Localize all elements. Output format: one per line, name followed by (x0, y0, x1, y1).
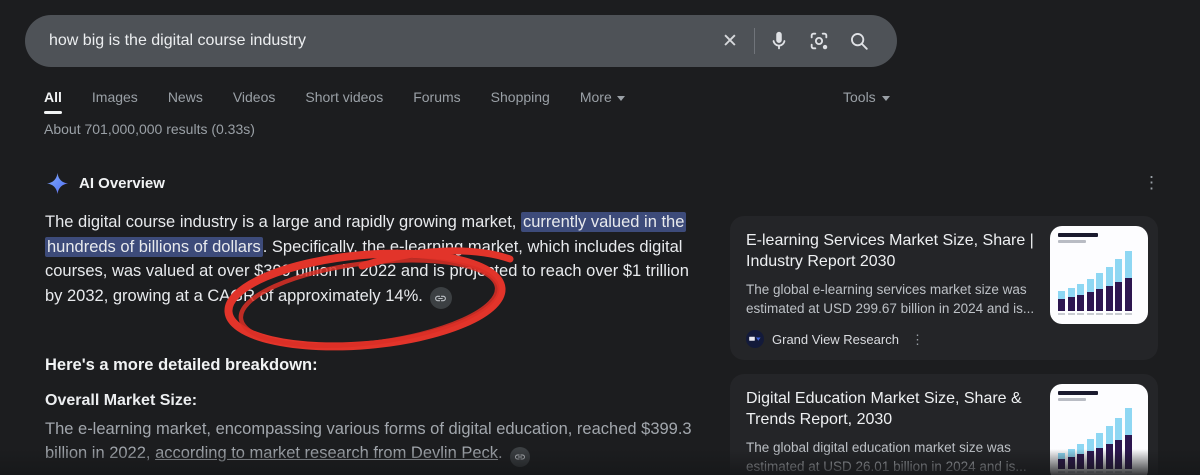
bar-chart-thumbnail (1058, 407, 1141, 469)
close-icon: ✕ (722, 30, 738, 52)
lens-icon (810, 32, 828, 50)
microphone-icon (772, 31, 786, 50)
source-name: Grand View Research (772, 331, 899, 347)
card-title[interactable]: Digital Education Market Size, Share & T… (746, 388, 1041, 430)
chevron-down-icon (616, 95, 625, 101)
overflow-menu-button[interactable]: ⋮ (1143, 174, 1160, 192)
citation-link-button[interactable] (429, 287, 452, 309)
detail-paragraph: The e-learning market, encompassing vari… (45, 417, 705, 467)
thumbnail-axis-labels (1058, 312, 1141, 315)
thumbnail-axis-labels (1058, 470, 1141, 473)
card-description: The global e-learning services market si… (746, 282, 1035, 316)
ai-overview-body: The digital course industry is a large a… (45, 210, 705, 309)
card-description: The global digital education market size… (746, 440, 1027, 474)
ai-overview-header: AI Overview (47, 173, 165, 194)
thumbnail-subtitle-line (1058, 240, 1086, 243)
active-tab-underline (44, 111, 62, 114)
ai-overview-label: AI Overview (79, 175, 165, 192)
tab-shopping[interactable]: Shopping (491, 84, 550, 105)
tab-videos[interactable]: Videos (233, 84, 276, 105)
search-icon (851, 33, 868, 50)
source-text-link[interactable]: according to market research from Devlin… (155, 444, 498, 462)
link-icon (514, 454, 525, 460)
card-source-row: Grand View Research ⋮ (746, 330, 1144, 348)
tab-images[interactable]: Images (92, 84, 138, 105)
clear-search-button[interactable]: ✕ (710, 21, 750, 61)
source-cards: E-learning Services Market Size, Share |… (730, 216, 1158, 475)
citation-link-button[interactable] (509, 447, 530, 467)
thumbnail-title-line (1058, 391, 1098, 395)
search-bar[interactable]: how big is the digital course industry ✕ (25, 15, 897, 67)
ai-sparkle-icon (47, 173, 68, 194)
thumbnail-title-line (1058, 233, 1098, 237)
overall-market-size-heading: Overall Market Size: (45, 392, 198, 409)
card-thumbnail[interactable] (1050, 384, 1148, 475)
source-card[interactable]: E-learning Services Market Size, Share |… (730, 216, 1158, 360)
tab-forums[interactable]: Forums (413, 84, 460, 105)
card-title[interactable]: E-learning Services Market Size, Share |… (746, 230, 1041, 272)
search-divider (754, 28, 755, 54)
card-menu-button[interactable]: ⋮ (911, 333, 924, 346)
grand-view-research-favicon (746, 330, 764, 348)
bar-chart-thumbnail (1058, 249, 1141, 311)
tab-more[interactable]: More (580, 84, 625, 105)
tab-short-videos[interactable]: Short videos (305, 84, 383, 105)
thumbnail-subtitle-line (1058, 398, 1086, 401)
result-stats: About 701,000,000 results (0.33s) (44, 121, 255, 137)
search-input[interactable]: how big is the digital course industry (25, 32, 710, 50)
tools-button[interactable]: Tools (843, 89, 890, 105)
breakdown-heading: Here's a more detailed breakdown: (45, 356, 318, 374)
tab-news[interactable]: News (168, 84, 203, 105)
voice-search-button[interactable] (759, 21, 799, 61)
tab-all[interactable]: All (44, 84, 62, 114)
ai-overview-paragraph: The digital course industry is a large a… (45, 210, 705, 309)
results-nav: All Images News Videos Short videos Foru… (44, 84, 1200, 118)
source-card[interactable]: Digital Education Market Size, Share & T… (730, 374, 1158, 475)
link-icon (435, 295, 447, 301)
lens-search-button[interactable] (799, 21, 839, 61)
chevron-down-icon (881, 95, 890, 101)
card-thumbnail[interactable] (1050, 226, 1148, 324)
search-submit-button[interactable] (839, 21, 879, 61)
